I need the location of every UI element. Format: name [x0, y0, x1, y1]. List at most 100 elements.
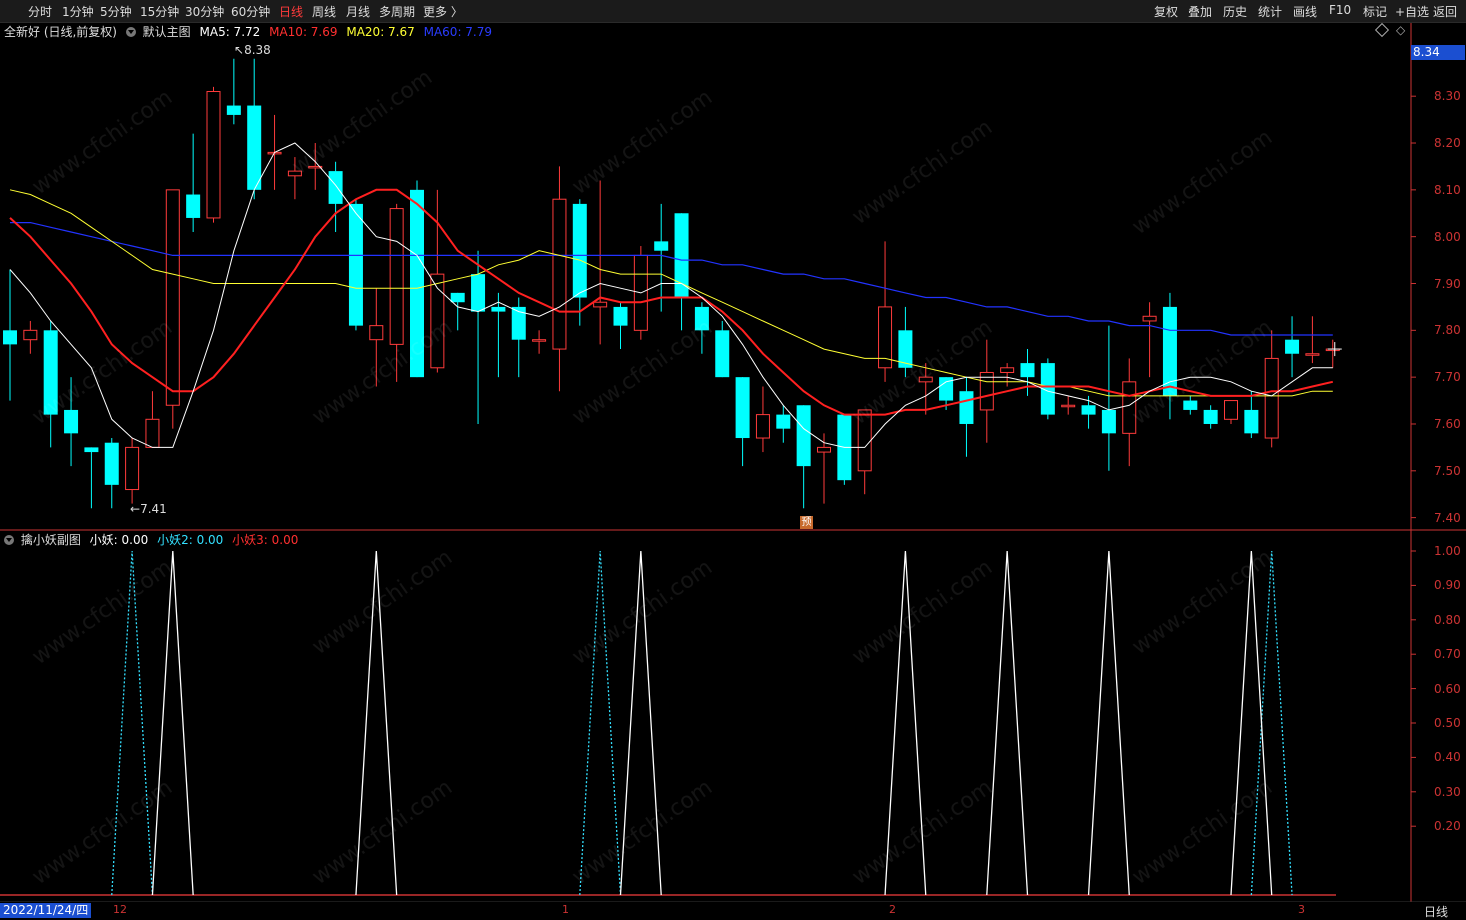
candle-body-down [613, 306, 628, 326]
candle-body-up [817, 446, 831, 453]
candle-body-down [694, 306, 709, 331]
xiaoyao-spike [1087, 550, 1130, 896]
candle-body-up [552, 198, 567, 350]
candle-body-down [1101, 409, 1116, 434]
toolbar-right-item-4[interactable]: 画线 [1293, 3, 1317, 20]
toolbar-item-3[interactable]: 15分钟 [140, 3, 179, 20]
candle-body-down [735, 377, 750, 439]
candle-body-down [674, 213, 689, 298]
xiaoyao2-spike [1250, 550, 1293, 896]
high-price-label: ↖8.38 [234, 43, 271, 57]
dropdown-circle-icon[interactable] [125, 27, 136, 37]
candle-body-up [1061, 404, 1076, 408]
candle-body-down [1203, 409, 1218, 424]
ma5-value: MA5: 7.72 [199, 25, 261, 39]
sub-axis-label: 0.60 [1434, 681, 1461, 696]
toolbar-item-7[interactable]: 周线 [312, 3, 336, 20]
stock-title[interactable]: 全新好 (日线,前复权) [4, 25, 117, 39]
candle-body-down [186, 194, 201, 218]
candle-body-up [145, 418, 160, 448]
month-label-dec: 12 [113, 903, 127, 916]
price-axis-label: 8.00 [1434, 229, 1461, 244]
toolbar-item-4[interactable]: 30分钟 [185, 3, 224, 20]
dropdown-circle-icon[interactable] [4, 535, 14, 545]
candle-body-up [23, 329, 38, 341]
main-legend: 全新好 (日线,前复权) 默认主图 MA5: 7.72 MA10: 7.69 M… [4, 23, 497, 40]
month-label-feb: 2 [889, 903, 896, 916]
sub-axis-label: 1.00 [1434, 544, 1461, 558]
month-label-jan: 1 [562, 903, 569, 916]
candle-body-up [165, 189, 180, 406]
period-indicator[interactable]: 日线 [1424, 903, 1448, 920]
low-price-label: ←7.41 [130, 502, 167, 516]
candle-body-down [1244, 409, 1259, 434]
candle-body-up [1305, 353, 1320, 356]
price-axis-label: 7.50 [1434, 463, 1461, 478]
crosshair-date-label: 2022/11/24/四 [0, 903, 92, 918]
candle-body-down [1162, 306, 1177, 396]
sub-axis-label: 0.80 [1434, 612, 1461, 627]
candle-body-down [226, 105, 241, 115]
candle-body-up [532, 339, 547, 342]
candle-body-up [1122, 381, 1137, 434]
candle-body-up [918, 376, 933, 383]
toolbar-right-item-3[interactable]: 统计 [1258, 3, 1282, 20]
candle-body-up [1264, 357, 1279, 439]
candle-body-up [389, 208, 404, 345]
toolbar-right-item-0[interactable]: 复权 [1154, 3, 1178, 20]
forecast-badge[interactable]: 预 [800, 516, 813, 529]
candle-body-down [328, 171, 343, 204]
candle-body-down [1183, 400, 1198, 410]
toolbar-right-item-6[interactable]: 标记 [1363, 3, 1387, 20]
toolbar-item-2[interactable]: 5分钟 [100, 3, 132, 20]
xiaoyao-spike [986, 550, 1029, 896]
month-label-mar: 3 [1298, 903, 1305, 916]
candle-body-up [369, 325, 384, 341]
price-axis-label: 8.20 [1434, 136, 1461, 151]
sub-indicator-name[interactable]: 擒小妖副图 [21, 533, 81, 547]
toolbar-item-5[interactable]: 60分钟 [231, 3, 270, 20]
sub-axis-label: 0.70 [1434, 647, 1461, 662]
candle-body-down [1081, 405, 1096, 415]
xiaoyao2-value: 小妖2: 0.00 [157, 533, 224, 547]
candle-body-down [796, 405, 811, 467]
toolbar-right-item-2[interactable]: 历史 [1223, 3, 1247, 20]
toolbar-right-item-7[interactable]: +自选 [1395, 3, 1429, 20]
xiaoyao-spike [151, 550, 194, 896]
toolbar-right-item-8[interactable]: 返回 [1433, 3, 1457, 20]
candle-body-down [450, 292, 465, 303]
candle-body-up [593, 301, 608, 308]
candle-body-up [1142, 315, 1157, 322]
sub-axis-label: 0.20 [1434, 819, 1461, 834]
expand-icon[interactable]: ◇ [1396, 23, 1405, 37]
price-axis-label: 7.60 [1434, 416, 1461, 431]
candle-body-down [572, 203, 587, 298]
price-axis-label: 8.30 [1434, 89, 1461, 104]
toolbar-right-item-1[interactable]: 叠加 [1188, 3, 1212, 20]
candle-body-down [410, 189, 424, 378]
toolbar-item-10[interactable]: 更多 〉 [423, 3, 463, 20]
toolbar-item-8[interactable]: 月线 [346, 3, 370, 20]
kline-chart[interactable] [0, 0, 1466, 920]
toolbar-item-1[interactable]: 1分钟 [62, 3, 94, 20]
candle-body-down [64, 409, 79, 434]
candle-body-down [84, 447, 99, 453]
ma10-line [9, 188, 1334, 416]
candle-body-down [1020, 363, 1035, 378]
candle-body-down [3, 330, 17, 345]
xiaoyao-spike [619, 550, 662, 896]
toolbar-item-9[interactable]: 多周期 [379, 3, 415, 20]
toolbar-right-item-5[interactable]: F10 [1329, 3, 1351, 17]
ma20-value: MA20: 7.67 [346, 25, 415, 39]
toolbar-item-0[interactable]: 分时 [28, 3, 52, 20]
candle-body-down [654, 241, 669, 251]
sub-axis-label: 0.50 [1434, 716, 1461, 730]
candle-body-down [715, 330, 730, 378]
candle-body-down [104, 442, 119, 485]
candle-body-down [959, 391, 974, 424]
toolbar-item-6[interactable]: 日线 [279, 3, 303, 20]
xiaoyao2-spike [111, 550, 154, 896]
sub-axis-label: 0.40 [1434, 750, 1461, 765]
price-axis-label: 7.80 [1434, 323, 1461, 338]
main-indicator-name[interactable]: 默认主图 [143, 25, 191, 39]
